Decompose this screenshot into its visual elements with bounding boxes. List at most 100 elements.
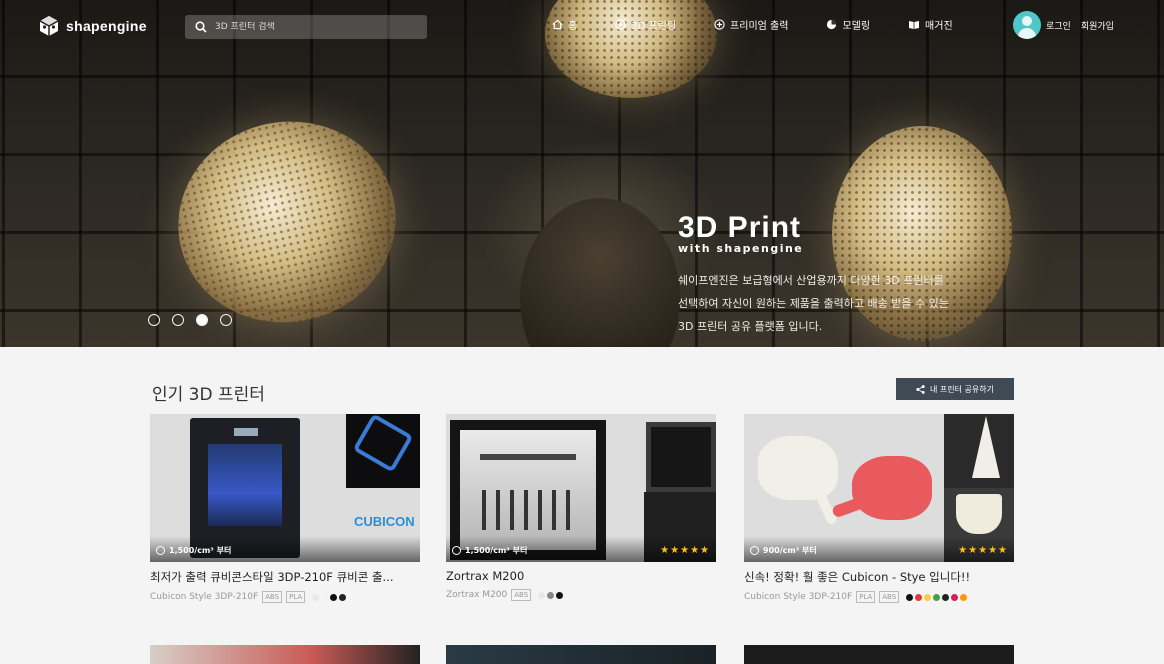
search-icon (195, 21, 207, 33)
price-text: 900/cm³ 부터 (763, 546, 817, 555)
printer-card-partial[interactable] (150, 645, 420, 664)
menu-label: 매거진 (925, 21, 953, 32)
play-circle-icon (615, 19, 626, 30)
carousel-dot-active[interactable] (196, 314, 208, 326)
popular-printers-header: 인기 3D 프린터 내 프린터 공유하기 (152, 378, 1014, 405)
color-swatch (924, 593, 932, 601)
pie-icon (827, 19, 837, 30)
menu-item-magazine[interactable]: 매거진 (908, 17, 953, 32)
search-box[interactable] (185, 15, 427, 39)
printer-detail-image (646, 422, 716, 492)
book-icon (909, 21, 920, 29)
printer-thumbnail[interactable]: 900/cm³ 부터 ★★★★★ (744, 414, 1014, 562)
menu-label: 프리미엄 출력 (730, 21, 789, 32)
price-badge: 1,500/cm³ 부터 (156, 545, 231, 556)
material-tag: ABS (262, 591, 283, 603)
printer-model: Cubicon Style 3DP-210F (150, 592, 259, 602)
color-swatches (538, 591, 564, 599)
carousel-dots (148, 314, 232, 326)
printer-card[interactable]: CUBICON 1,500/cm³ 부터 최저가 출력 큐비콘스타일 3DP-2… (150, 414, 420, 603)
coin-icon (452, 546, 461, 555)
print-sample-image (852, 456, 932, 520)
price-badge: 1,500/cm³ 부터 (452, 545, 527, 556)
printer-card[interactable]: 1,500/cm³ 부터 ★★★★★ Zortrax M200 Zortrax … (446, 414, 716, 601)
hero-subtitle: with shapengine (678, 242, 804, 255)
auth-links: 로그인 회원가입 (1046, 19, 1114, 32)
menu-item-home[interactable]: 홈 (552, 17, 577, 32)
rating-stars: ★★★★★ (958, 545, 1008, 556)
carousel-dot[interactable] (172, 314, 184, 326)
color-swatch (942, 593, 950, 601)
price-text: 1,500/cm³ 부터 (465, 546, 528, 555)
hero-copy: 3D Print with shapengine 쉐이프엔진은 보급형에서 산업… (678, 212, 1038, 338)
color-swatch (556, 591, 564, 599)
print-sample-image (758, 436, 838, 500)
hero-desc-line: 쉐이프엔진은 보급형에서 산업용까지 다양한 3D 프린터를 (678, 274, 944, 287)
color-swatches (906, 593, 968, 601)
coin-icon (156, 546, 165, 555)
print-sample-image (972, 416, 1000, 478)
color-swatch (951, 593, 959, 601)
login-link[interactable]: 로그인 (1046, 19, 1071, 32)
material-tag: ABS (511, 589, 532, 601)
brand-wordmark: CUBICON (354, 514, 415, 529)
main-menu: 홈 3D 프린팅 프리미엄 출력 모델링 매거진 (552, 17, 991, 32)
printer-thumbnail[interactable]: 1,500/cm³ 부터 ★★★★★ (446, 414, 716, 562)
share-icon (916, 384, 925, 394)
section-title: 인기 3D 프린터 (152, 385, 265, 405)
color-swatches (312, 593, 347, 601)
printer-card[interactable]: 900/cm³ 부터 ★★★★★ 신속! 정확! 훨 좋은 Cubicon - … (744, 414, 1014, 603)
carousel-dot[interactable] (220, 314, 232, 326)
card-title[interactable]: 신속! 정확! 훨 좋은 Cubicon - Stye 입니다!! (744, 569, 1006, 585)
share-printer-button[interactable]: 내 프린터 공유하기 (896, 378, 1014, 400)
color-swatch (915, 593, 923, 601)
color-swatch (960, 593, 968, 601)
menu-label: 3D 프린팅 (631, 21, 677, 32)
card-title[interactable]: 최저가 출력 큐비콘스타일 3DP-210F 큐비콘 출... (150, 569, 412, 585)
carousel-dot[interactable] (148, 314, 160, 326)
material-tag: PLA (856, 591, 876, 603)
cube-logo-icon (39, 16, 59, 36)
printer-thumbnail[interactable]: CUBICON 1,500/cm³ 부터 (150, 414, 420, 562)
printer-card-partial[interactable] (446, 645, 716, 664)
plus-circle-icon (714, 19, 725, 30)
color-swatch (538, 591, 546, 599)
color-swatch (933, 593, 941, 601)
hero-desc-line: 선택하여 자신이 원하는 제품을 출력하고 배송 받을 수 있는 (678, 297, 949, 310)
print-sample-image (956, 494, 1002, 534)
brand-logo-image (346, 414, 420, 488)
material-tag: ABS (879, 591, 900, 603)
share-button-label: 내 프린터 공유하기 (930, 384, 994, 394)
price-badge: 900/cm³ 부터 (750, 545, 817, 556)
card-title[interactable]: Zortrax M200 (446, 569, 708, 583)
card-meta: Cubicon Style 3DP-210F ABS PLA (150, 591, 420, 603)
top-navbar: shapengine 홈 3D 프린팅 프리미엄 출력 (0, 0, 1164, 52)
printer-card-partial[interactable] (744, 645, 1014, 664)
menu-label: 모델링 (842, 21, 871, 32)
avatar[interactable] (1013, 11, 1041, 39)
color-swatch (906, 593, 914, 601)
menu-item-3d-printing[interactable]: 3D 프린팅 (615, 17, 676, 32)
hero-desc-line: 3D 프린터 공유 플랫폼 입니다. (678, 320, 823, 333)
card-meta: Cubicon Style 3DP-210F PLA ABS (744, 591, 1014, 603)
menu-item-premium[interactable]: 프리미엄 출력 (714, 17, 788, 32)
menu-label: 홈 (568, 21, 578, 32)
search-input[interactable] (215, 22, 405, 32)
color-swatch (321, 593, 329, 601)
home-icon (552, 19, 563, 30)
coin-icon (750, 546, 759, 555)
logo-text: shapengine (66, 18, 147, 34)
hero-title: 3D Print (678, 211, 802, 244)
price-text: 1,500/cm³ 부터 (169, 546, 232, 555)
hero-banner: 3D Print with shapengine 쉐이프엔진은 보급형에서 산업… (0, 0, 1164, 347)
logo[interactable]: shapengine (37, 14, 147, 38)
color-swatch (312, 593, 320, 601)
card-meta: Zortrax M200 ABS (446, 589, 716, 601)
printer-model: Zortrax M200 (446, 590, 508, 600)
menu-item-modeling[interactable]: 모델링 (826, 17, 870, 32)
color-swatch (330, 593, 338, 601)
hero-description: 쉐이프엔진은 보급형에서 산업용까지 다양한 3D 프린터를 선택하여 자신이 … (678, 269, 1018, 338)
color-swatch (339, 593, 347, 601)
rating-stars: ★★★★★ (660, 545, 710, 556)
signup-link[interactable]: 회원가입 (1081, 19, 1114, 32)
